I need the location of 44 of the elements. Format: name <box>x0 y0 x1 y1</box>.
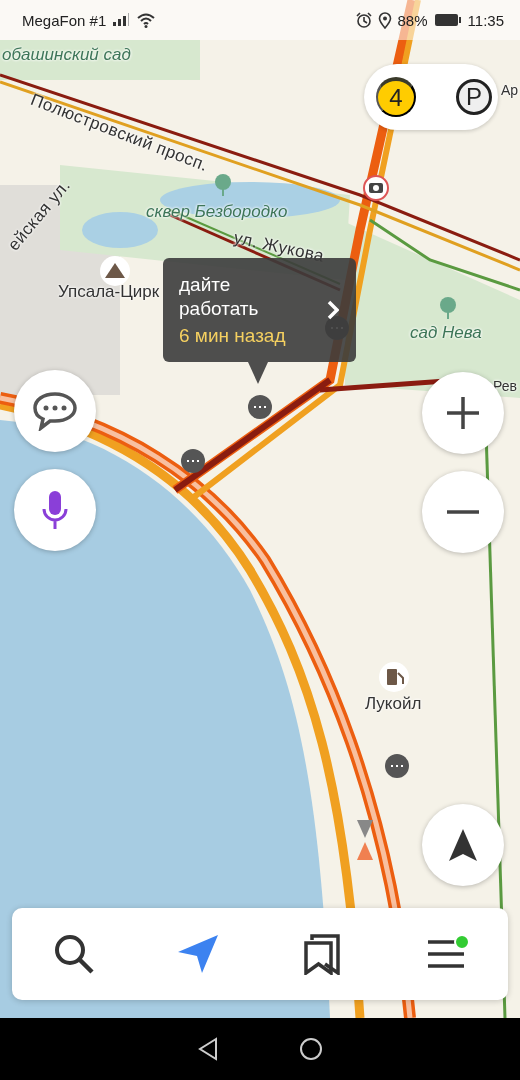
location-pin-icon <box>377 11 392 29</box>
signal-icon <box>112 13 131 27</box>
alarm-clock-icon <box>355 12 372 28</box>
navigation-arrow-button[interactable] <box>422 804 504 886</box>
carrier-name: MegaFon #1 <box>22 11 107 29</box>
navigation-arrow-icon <box>176 933 220 975</box>
tooltip-pointer <box>248 362 268 384</box>
comment-time: 6 мин назад <box>179 324 287 347</box>
parking-button[interactable]: P <box>456 79 492 115</box>
chevron-right-icon <box>327 300 339 320</box>
battery-icon <box>433 13 462 27</box>
place-label: Ар <box>501 82 519 98</box>
place-label: Лукойл <box>365 694 422 714</box>
comment-text: дайте работать <box>179 273 260 321</box>
park-label: сквер Безбородко <box>146 202 288 222</box>
back-button[interactable] <box>197 1037 219 1061</box>
comment-marker-icon <box>181 449 205 473</box>
search-icon <box>53 933 95 975</box>
park-label: сад Нева <box>410 323 482 343</box>
camera-icon <box>363 175 389 201</box>
circus-tent-icon <box>100 256 130 286</box>
bookmarks-icon <box>303 933 341 975</box>
chat-icon <box>32 391 78 431</box>
comment-tooltip[interactable]: дайте работать 6 мин назад <box>163 258 356 362</box>
comment-marker-icon <box>248 395 272 419</box>
zoom-out-icon <box>445 509 481 515</box>
fuel-pump-icon <box>379 662 409 692</box>
compass-icon[interactable] <box>357 820 373 860</box>
zoom-out-button[interactable] <box>422 471 504 553</box>
menu-icon <box>426 938 466 970</box>
microphone-icon <box>42 489 68 531</box>
park-label: обашинский сад <box>2 45 131 65</box>
navigation-arrow-icon <box>448 828 478 862</box>
place-label: Рев <box>493 378 517 394</box>
home-button[interactable] <box>299 1037 323 1061</box>
comment-marker-icon <box>385 754 409 778</box>
place-label: Упсала-Цирк <box>58 282 160 302</box>
clock-time: 11:35 <box>467 11 504 29</box>
traffic-score-button[interactable]: 4 <box>376 77 416 117</box>
wifi-icon <box>136 12 157 28</box>
zoom-in-icon <box>445 395 481 431</box>
tree-icon <box>215 174 231 196</box>
battery-percentage: 88% <box>397 11 428 29</box>
tree-icon <box>440 297 456 319</box>
